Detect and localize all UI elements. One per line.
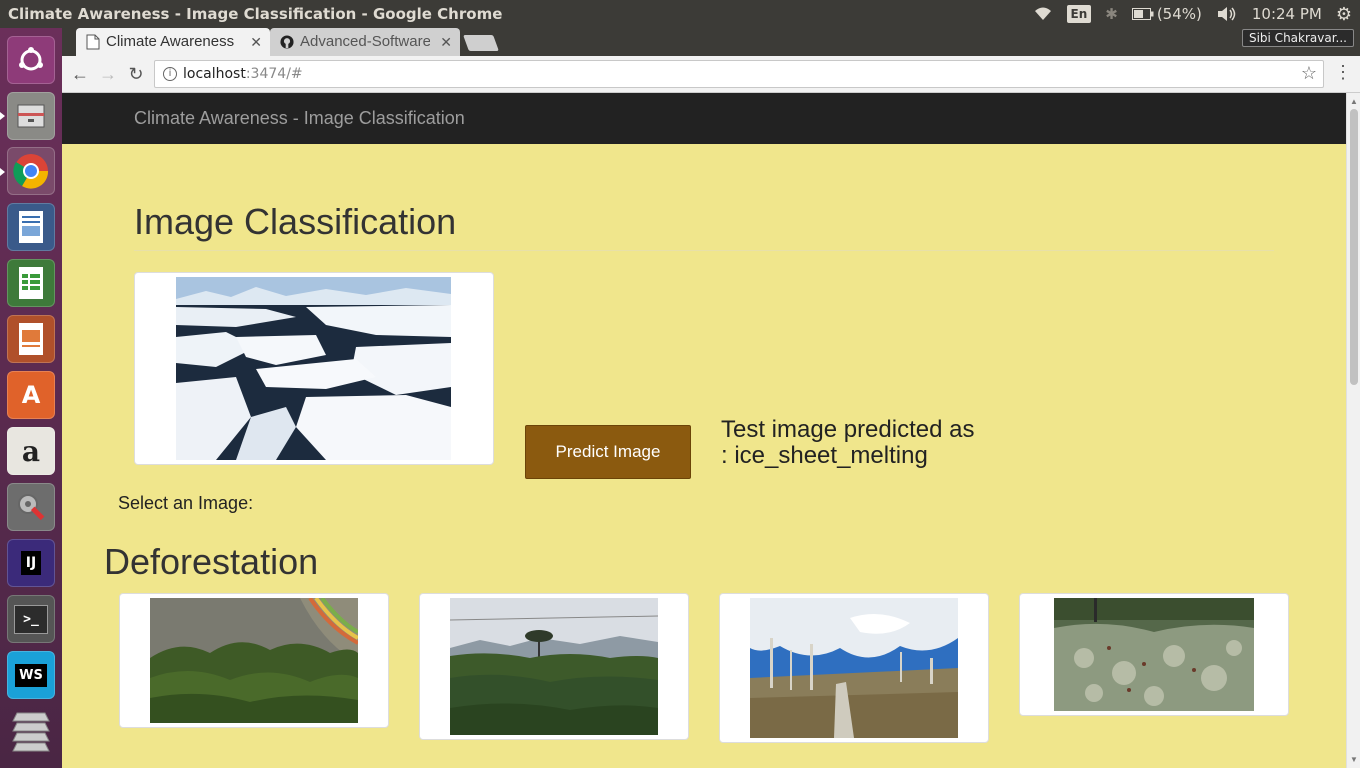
page-icon [86, 34, 100, 50]
tab-climate-awareness[interactable]: Climate Awareness - Image Classification… [76, 28, 270, 56]
site-navbar: Climate Awareness - Image Classification [62, 93, 1346, 144]
gallery-image-card[interactable] [119, 593, 389, 728]
bookmark-star-icon[interactable]: ☆ [1301, 63, 1317, 84]
terminal-icon[interactable]: >_ [7, 595, 55, 643]
software-center-icon[interactable]: A [7, 371, 55, 419]
wifi-icon[interactable] [1033, 6, 1053, 22]
system-tray: En ✱ (54%) 10:24 PM ⚙ [1033, 0, 1360, 28]
intellij-icon[interactable]: IJ [7, 539, 55, 587]
tab-title: Advanced-Software-Engineering [300, 33, 430, 50]
gallery-image-card[interactable] [1019, 593, 1289, 716]
new-tab-button[interactable] [463, 35, 499, 51]
user-menu[interactable]: Sibi Chakravar... [1241, 29, 1354, 47]
libreoffice-impress-icon[interactable] [7, 315, 55, 363]
terminal-glyph: >_ [14, 604, 48, 634]
web-page: Climate Awareness - Image Classification… [62, 93, 1346, 768]
amazon-glyph: a [21, 434, 41, 468]
libreoffice-writer-icon[interactable] [7, 203, 55, 251]
scroll-up-arrow-icon[interactable]: ▲ [1350, 97, 1358, 106]
webstorm-glyph: WS [15, 663, 47, 687]
battery-icon [1131, 8, 1154, 20]
running-indicator [0, 112, 5, 120]
tab-strip: Climate Awareness - Image Classification… [62, 28, 1360, 56]
launcher: A a IJ >_ WS [0, 28, 62, 768]
prediction-label: Test image predicted as [721, 416, 975, 443]
address-bar[interactable]: i localhost:3474/# ☆ [154, 60, 1324, 88]
gallery-image-card[interactable] [419, 593, 689, 740]
tab-title: Climate Awareness - Image Classification [106, 33, 236, 50]
close-icon[interactable]: ✕ [440, 28, 452, 56]
url-path: :3474/# [245, 66, 303, 82]
section-title-deforestation: Deforestation [104, 541, 319, 582]
gallery-image-card[interactable] [719, 593, 989, 743]
scroll-down-arrow-icon[interactable]: ▼ [1350, 755, 1358, 764]
selected-image [176, 277, 451, 460]
url-host: localhost [183, 66, 246, 82]
gallery-image-dead-trees[interactable] [750, 598, 958, 738]
select-image-label: Select an Image: [118, 493, 254, 513]
info-icon[interactable]: i [163, 67, 177, 81]
chrome-menu-icon[interactable]: ⋮ [1334, 62, 1352, 83]
browser-toolbar: ← → ↻ i localhost:3474/# ☆ ⋮ [62, 56, 1360, 93]
close-icon[interactable]: ✕ [250, 28, 262, 56]
prediction-result: Test image predicted as : ice_sheet_melt… [721, 417, 974, 469]
page-title: Image Classification [134, 201, 457, 242]
files-icon[interactable] [7, 92, 55, 140]
chrome-icon[interactable] [7, 147, 55, 195]
clock[interactable]: 10:24 PM [1252, 5, 1322, 23]
system-settings-icon[interactable] [7, 483, 55, 531]
scrollbar-thumb[interactable] [1350, 109, 1358, 385]
gallery-image-palm-plantation[interactable] [450, 598, 658, 735]
intellij-glyph: IJ [20, 551, 42, 575]
ubuntu-dash-icon[interactable] [7, 36, 55, 84]
libreoffice-calc-icon[interactable] [7, 259, 55, 307]
gear-icon[interactable]: ⚙ [1336, 4, 1352, 25]
forward-button[interactable]: → [96, 62, 120, 86]
software-center-glyph: A [21, 381, 41, 409]
tab-github[interactable]: Advanced-Software-Engineering ✕ [270, 28, 460, 56]
window-title: Climate Awareness - Image Classification… [8, 5, 503, 23]
battery-percent: (54%) [1156, 5, 1202, 23]
keyboard-layout-indicator[interactable]: En [1066, 5, 1092, 23]
heading-divider [134, 250, 1274, 251]
prediction-value: : ice_sheet_melting [721, 442, 928, 469]
gallery-image-rainbow-forest[interactable] [150, 598, 358, 723]
github-icon [280, 35, 294, 49]
predict-image-button[interactable]: Predict Image [525, 425, 691, 479]
selected-image-card [134, 272, 494, 465]
volume-icon[interactable] [1216, 6, 1238, 22]
webstorm-icon[interactable]: WS [7, 651, 55, 699]
browser-window: Climate Awareness - Image Classification… [62, 28, 1360, 768]
gallery-image-lichen-ground[interactable] [1054, 598, 1254, 711]
system-top-panel: Climate Awareness - Image Classification… [0, 0, 1360, 28]
site-brand[interactable]: Climate Awareness - Image Classification [134, 108, 465, 129]
bluetooth-icon[interactable]: ✱ [1105, 5, 1118, 23]
battery-indicator[interactable]: (54%) [1131, 5, 1202, 23]
back-button[interactable]: ← [68, 62, 92, 86]
running-indicator [0, 168, 5, 176]
reload-button[interactable]: ↻ [124, 62, 148, 86]
url-text: localhost:3474/# [183, 66, 303, 82]
amazon-icon[interactable]: a [7, 427, 55, 475]
page-scrollbar[interactable]: ▲ ▼ [1346, 93, 1360, 768]
workspaces-icon[interactable] [7, 707, 55, 755]
